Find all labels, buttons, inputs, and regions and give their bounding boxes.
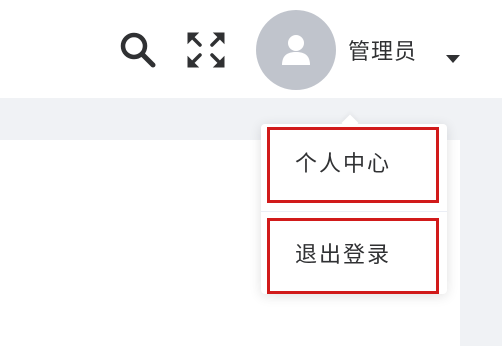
fullscreen-icon[interactable] <box>184 29 228 71</box>
menu-divider <box>261 211 447 212</box>
search-icon[interactable] <box>118 30 158 70</box>
user-avatar[interactable] <box>256 10 336 90</box>
menu-item-profile-center[interactable]: 个人中心 <box>267 127 439 203</box>
user-name[interactable]: 管理员 <box>348 34 417 66</box>
top-navbar: 管理员 <box>0 0 502 98</box>
caret-down-icon[interactable] <box>446 55 460 63</box>
user-avatar-icon <box>282 35 310 65</box>
menu-item-logout[interactable]: 退出登录 <box>267 218 439 294</box>
user-dropdown-menu: 个人中心 退出登录 <box>261 114 447 294</box>
